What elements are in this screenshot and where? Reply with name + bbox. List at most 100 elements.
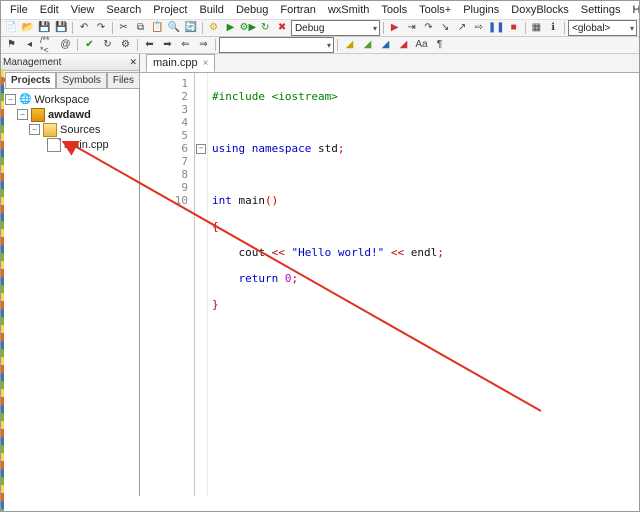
menu-settings[interactable]: Settings xyxy=(576,3,626,17)
collapse-icon[interactable]: − xyxy=(5,94,16,105)
copy-icon[interactable]: ⧉ xyxy=(133,20,149,36)
clear-highlight-icon[interactable]: Aa xyxy=(413,37,430,53)
step-out-icon[interactable]: ↗ xyxy=(454,20,470,36)
menu-wxsmith[interactable]: wxSmith xyxy=(323,3,375,17)
app-window: File Edit View Search Project Build Debu… xyxy=(0,0,640,512)
jump-prev-icon[interactable]: ⇐ xyxy=(177,37,194,53)
run-icon[interactable]: ▶ xyxy=(223,20,239,36)
editor-panel: main.cpp × 1 2 3 4 5 6 7 8 9 10 xyxy=(140,54,639,496)
menu-fortran[interactable]: Fortran xyxy=(275,3,320,17)
symbol-dropdown[interactable] xyxy=(219,37,334,53)
separator xyxy=(525,22,526,34)
tree-folder-sources[interactable]: − Sources xyxy=(3,122,137,137)
next-instr-icon[interactable]: ⇨ xyxy=(471,20,487,36)
doxy-icon[interactable]: @ xyxy=(57,37,74,53)
text-icon[interactable]: ¶ xyxy=(431,37,448,53)
menu-tools[interactable]: Tools xyxy=(376,3,412,17)
menu-build[interactable]: Build xyxy=(194,3,228,17)
tree-workspace[interactable]: − 🌐 Workspace xyxy=(3,92,137,107)
code-editor[interactable]: 1 2 3 4 5 6 7 8 9 10 − #include <iostrea… xyxy=(140,73,639,496)
menu-view[interactable]: View xyxy=(66,3,100,17)
tab-symbols[interactable]: Symbols xyxy=(56,72,106,88)
menu-search[interactable]: Search xyxy=(101,3,146,17)
pause-icon[interactable]: ❚❚ xyxy=(488,20,505,36)
close-icon[interactable]: × xyxy=(203,58,209,69)
highlight-c-icon[interactable]: ◢ xyxy=(377,37,394,53)
run-to-cursor-icon[interactable]: ⇥ xyxy=(404,20,420,36)
line-number-gutter: 1 2 3 4 5 6 7 8 9 10 xyxy=(140,73,195,496)
build-icon[interactable]: ⚙ xyxy=(206,20,222,36)
redo-icon[interactable]: ↷ xyxy=(93,20,109,36)
replace-icon[interactable]: 🔄 xyxy=(183,20,199,36)
editor-tab-main[interactable]: main.cpp × xyxy=(146,54,215,72)
globe-icon: 🌐 xyxy=(19,95,31,105)
find-icon[interactable]: 🔍 xyxy=(166,20,182,36)
step-over-icon[interactable]: ↷ xyxy=(421,20,437,36)
editor-tab-label: main.cpp xyxy=(153,57,198,69)
management-panel: Management ✕ ◂ Projects Symbols Files ▸ … xyxy=(1,54,140,496)
management-titlebar: Management ✕ xyxy=(1,54,139,71)
tree-file-main[interactable]: main.cpp xyxy=(3,137,137,152)
stop-debug-icon[interactable]: ■ xyxy=(506,20,522,36)
open-icon[interactable]: 📂 xyxy=(20,20,36,36)
nav-fwd-icon[interactable]: ➡ xyxy=(159,37,176,53)
options-icon[interactable]: ⚙ xyxy=(117,37,134,53)
build-run-icon[interactable]: ⚙▶ xyxy=(239,20,256,36)
menu-help[interactable]: Help xyxy=(627,3,640,17)
separator xyxy=(77,39,78,51)
tree-project[interactable]: − awdawd xyxy=(3,107,137,122)
jump-next-icon[interactable]: ⇒ xyxy=(195,37,212,53)
project-icon xyxy=(31,108,45,122)
step-into-icon[interactable]: ↘ xyxy=(437,20,453,36)
separator xyxy=(337,39,338,51)
close-icon[interactable]: ✕ xyxy=(129,57,137,68)
collapse-icon[interactable]: − xyxy=(29,124,40,135)
highlight-a-icon[interactable]: ◢ xyxy=(341,37,358,53)
new-file-icon[interactable]: 📄 xyxy=(3,20,19,36)
scope-dropdown[interactable]: <global> xyxy=(568,20,637,36)
line-number: 9 xyxy=(140,181,188,194)
separator xyxy=(112,22,113,34)
tab-files[interactable]: Files xyxy=(107,72,140,88)
debug-windows-icon[interactable]: ▦ xyxy=(528,20,544,36)
tab-projects[interactable]: Projects xyxy=(5,72,56,88)
menu-debug[interactable]: Debug xyxy=(231,3,273,17)
separator xyxy=(383,22,384,34)
menu-project[interactable]: Project xyxy=(148,3,192,17)
bookmark-toggle-icon[interactable]: ⚑ xyxy=(3,37,20,53)
line-number: 5 xyxy=(140,129,188,142)
menu-plugins[interactable]: Plugins xyxy=(458,3,504,17)
code-text[interactable]: #include <iostream> using namespace std;… xyxy=(208,73,639,496)
menu-toolsplus[interactable]: Tools+ xyxy=(414,3,456,17)
rebuild-icon[interactable]: ↻ xyxy=(257,20,273,36)
line-number: 3 xyxy=(140,103,188,116)
menubar: File Edit View Search Project Build Debu… xyxy=(1,1,639,20)
debug-run-icon[interactable]: ▶ xyxy=(387,20,403,36)
scope-label: <global> xyxy=(572,23,610,34)
save-all-icon[interactable]: 💾 xyxy=(53,20,69,36)
highlight-b-icon[interactable]: ◢ xyxy=(359,37,376,53)
project-label: awdawd xyxy=(48,109,91,121)
toolbar-row-1: 📄 📂 💾 💾 ↶ ↷ ✂ ⧉ 📋 🔍 🔄 ⚙ ▶ ⚙▶ ↻ ✖ Debug ▶… xyxy=(1,20,639,37)
menu-edit[interactable]: Edit xyxy=(35,3,64,17)
save-icon[interactable]: 💾 xyxy=(37,20,53,36)
line-number: 6 xyxy=(140,142,188,155)
paste-icon[interactable]: 📋 xyxy=(149,20,165,36)
menu-file[interactable]: File xyxy=(5,3,33,17)
doxy-comment-icon[interactable]: /** *< xyxy=(39,37,56,53)
fold-toggle-icon[interactable]: − xyxy=(196,144,206,154)
refresh-icon[interactable]: ↻ xyxy=(99,37,116,53)
line-number: 7 xyxy=(140,155,188,168)
abort-icon[interactable]: ✖ xyxy=(274,20,290,36)
undo-icon[interactable]: ↶ xyxy=(76,20,92,36)
highlight-d-icon[interactable]: ◢ xyxy=(395,37,412,53)
info-icon[interactable]: ℹ xyxy=(545,20,561,36)
build-target-dropdown[interactable]: Debug xyxy=(291,20,380,36)
mark-icon[interactable]: ✔ xyxy=(81,37,98,53)
bookmark-prev-icon[interactable]: ◂ xyxy=(21,37,38,53)
left-color-strip xyxy=(1,69,4,511)
cut-icon[interactable]: ✂ xyxy=(116,20,132,36)
nav-back-icon[interactable]: ⬅ xyxy=(141,37,158,53)
menu-doxyblocks[interactable]: DoxyBlocks xyxy=(506,3,573,17)
collapse-icon[interactable]: − xyxy=(17,109,28,120)
